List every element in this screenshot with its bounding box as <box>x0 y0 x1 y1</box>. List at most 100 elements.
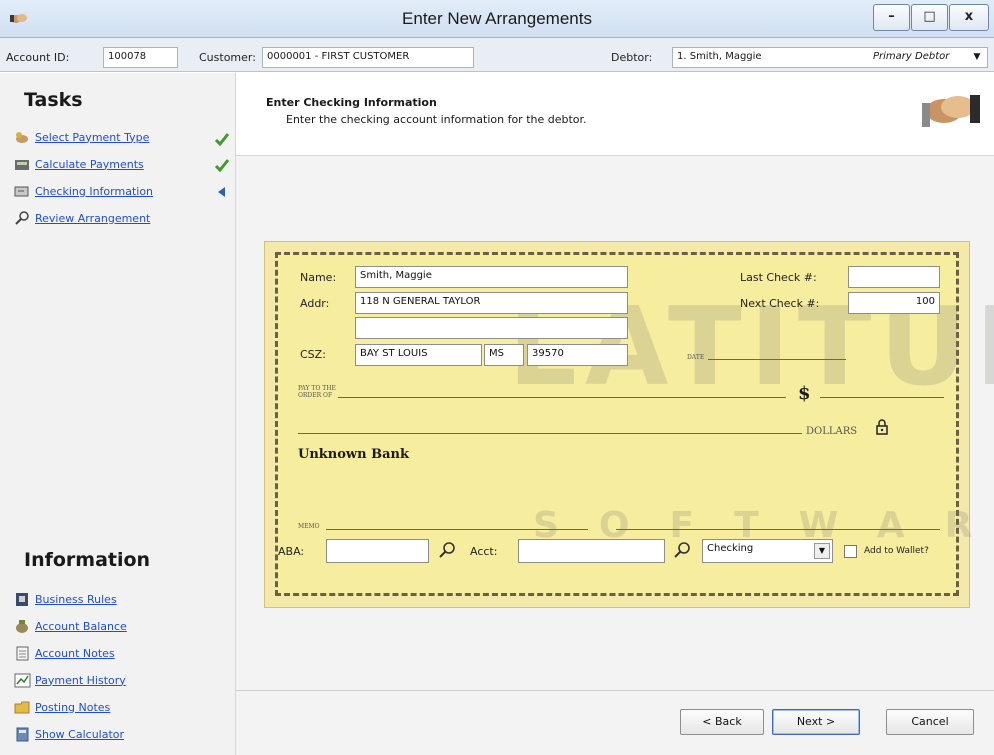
pay-to-label: PAY TO THE ORDER OF <box>298 385 336 399</box>
sidebar-item-label: Account Notes <box>35 646 115 660</box>
debtor-label: Debtor: <box>611 51 653 64</box>
sidebar-item-label: Calculate Payments <box>35 157 144 171</box>
csz-label: CSZ: <box>300 348 326 361</box>
back-button[interactable]: < Back <box>680 709 764 735</box>
acct-input[interactable] <box>518 539 665 563</box>
addr-label: Addr: <box>300 297 330 310</box>
sidebar-item-label: Payment History <box>35 673 126 687</box>
aba-search-icon[interactable] <box>438 541 456 559</box>
sidebar-item-review-arrangement[interactable]: Review Arrangement <box>14 209 150 227</box>
handshake-icon <box>922 95 980 127</box>
account-type-value: Checking <box>707 543 754 554</box>
tasks-title: Tasks <box>24 89 83 111</box>
addr-line1-input[interactable]: 118 N GENERAL TAYLOR <box>355 292 628 314</box>
signature-line <box>616 529 940 530</box>
sidebar-item-label: Review Arrangement <box>35 211 151 225</box>
sidebar-item-label: Show Calculator <box>35 727 125 741</box>
sidebar-item-checking-information[interactable]: Checking Information <box>14 182 153 200</box>
acct-search-icon[interactable] <box>673 541 691 559</box>
date-line <box>708 359 846 360</box>
aba-label: ABA: <box>278 545 305 558</box>
sidebar-item-select-payment-type[interactable]: Select Payment Type <box>14 128 149 146</box>
sidebar: Tasks Select Payment Type Calculate Paym… <box>0 73 236 755</box>
pay-to-line2: ORDER OF <box>298 392 333 399</box>
checkmark-icon <box>214 133 230 147</box>
customer-field: 0000001 - FIRST CUSTOMER <box>262 47 474 68</box>
sidebar-item-payment-history[interactable]: Payment History <box>14 671 126 689</box>
chevron-down-icon: ▼ <box>973 52 981 62</box>
title-bar: Enter New Arrangements – □ x <box>0 0 994 38</box>
minimize-button[interactable]: – <box>873 4 910 31</box>
rules-book-icon <box>16 592 28 606</box>
acct-label: Acct: <box>470 545 498 558</box>
window-title: Enter New Arrangements <box>402 9 592 28</box>
account-type-select[interactable]: Checking ▼ <box>702 539 833 563</box>
next-check-label: Next Check #: <box>740 297 820 310</box>
city-input[interactable]: BAY ST LOUIS <box>355 344 482 366</box>
dollar-sign: $ <box>798 383 811 404</box>
name-label: Name: <box>300 271 337 284</box>
sidebar-item-posting-notes[interactable]: Posting Notes <box>14 698 110 716</box>
next-check-input[interactable]: 100 <box>848 292 940 314</box>
chevron-down-icon: ▼ <box>814 543 830 559</box>
check-panel: LATITUDE SOFTWARE Name: Smith, Maggie Ad… <box>264 241 994 608</box>
amount-line <box>820 397 944 398</box>
bank-name: Unknown Bank <box>298 447 409 462</box>
addr-line2-input[interactable] <box>355 317 628 339</box>
memo-label: MEMO <box>298 523 320 530</box>
customer-label: Customer: <box>199 51 256 64</box>
sidebar-item-label: Posting Notes <box>35 700 111 714</box>
calculator-money-icon <box>15 159 29 170</box>
sidebar-item-account-notes[interactable]: Account Notes <box>14 644 115 662</box>
name-input[interactable]: Smith, Maggie <box>355 266 628 288</box>
sidebar-item-calculate-payments[interactable]: Calculate Payments <box>14 155 144 173</box>
sidebar-item-label: Select Payment Type <box>35 130 150 144</box>
notepad-icon <box>16 646 29 660</box>
date-label: DATE <box>687 354 705 361</box>
close-button[interactable]: x <box>949 4 989 31</box>
debtor-type: Primary Debtor <box>873 51 950 62</box>
state-input[interactable]: MS <box>484 344 524 366</box>
payee-line <box>338 397 786 398</box>
written-amount-line <box>298 433 802 434</box>
hand-coin-icon <box>16 131 28 143</box>
cancel-button[interactable]: Cancel <box>886 709 974 735</box>
calculator-icon <box>16 727 29 741</box>
footer-divider <box>236 690 994 691</box>
maximize-button[interactable]: □ <box>911 4 948 31</box>
add-to-wallet-label: Add to Wallet? <box>864 546 929 556</box>
lock-icon <box>876 419 888 435</box>
magnifier-icon <box>15 210 29 225</box>
sidebar-item-business-rules[interactable]: Business Rules <box>14 590 117 608</box>
account-id-field: 100078 <box>103 47 178 68</box>
sidebar-item-label: Checking Information <box>35 184 154 198</box>
add-to-wallet-checkbox[interactable] <box>844 545 857 558</box>
check-face: LATITUDE SOFTWARE Name: Smith, Maggie Ad… <box>275 252 994 596</box>
zip-input[interactable]: 39570 <box>527 344 628 366</box>
next-button[interactable]: Next > <box>772 709 860 735</box>
folder-note-icon <box>14 701 30 713</box>
step-title: Enter Checking Information <box>266 96 437 109</box>
account-bar: Account ID: 100078 Customer: 0000001 - F… <box>0 38 994 72</box>
last-check-label: Last Check #: <box>740 271 817 284</box>
pay-to-line1: PAY TO THE <box>298 385 336 392</box>
sidebar-item-account-balance[interactable]: Account Balance <box>14 617 127 635</box>
last-check-input[interactable] <box>848 266 940 288</box>
information-title: Information <box>24 549 151 571</box>
dollars-label: DOLLARS <box>806 426 858 437</box>
account-id-label: Account ID: <box>6 51 70 64</box>
money-bag-icon <box>16 619 28 633</box>
checkmark-icon <box>214 159 230 173</box>
main-panel: Enter Checking Information Enter the che… <box>236 73 994 755</box>
chart-icon <box>14 673 31 687</box>
aba-input[interactable] <box>326 539 429 563</box>
step-subtitle: Enter the checking account information f… <box>286 113 587 126</box>
memo-line <box>326 529 588 530</box>
sidebar-item-label: Account Balance <box>35 619 127 633</box>
current-step-arrow-icon <box>218 187 225 197</box>
checkbook-icon <box>14 186 29 196</box>
step-header: Enter Checking Information Enter the che… <box>236 73 994 156</box>
debtor-select[interactable]: 1. Smith, Maggie Primary Debtor ▼ <box>672 47 988 68</box>
sidebar-item-label: Business Rules <box>35 592 117 606</box>
sidebar-item-show-calculator[interactable]: Show Calculator <box>14 725 124 743</box>
